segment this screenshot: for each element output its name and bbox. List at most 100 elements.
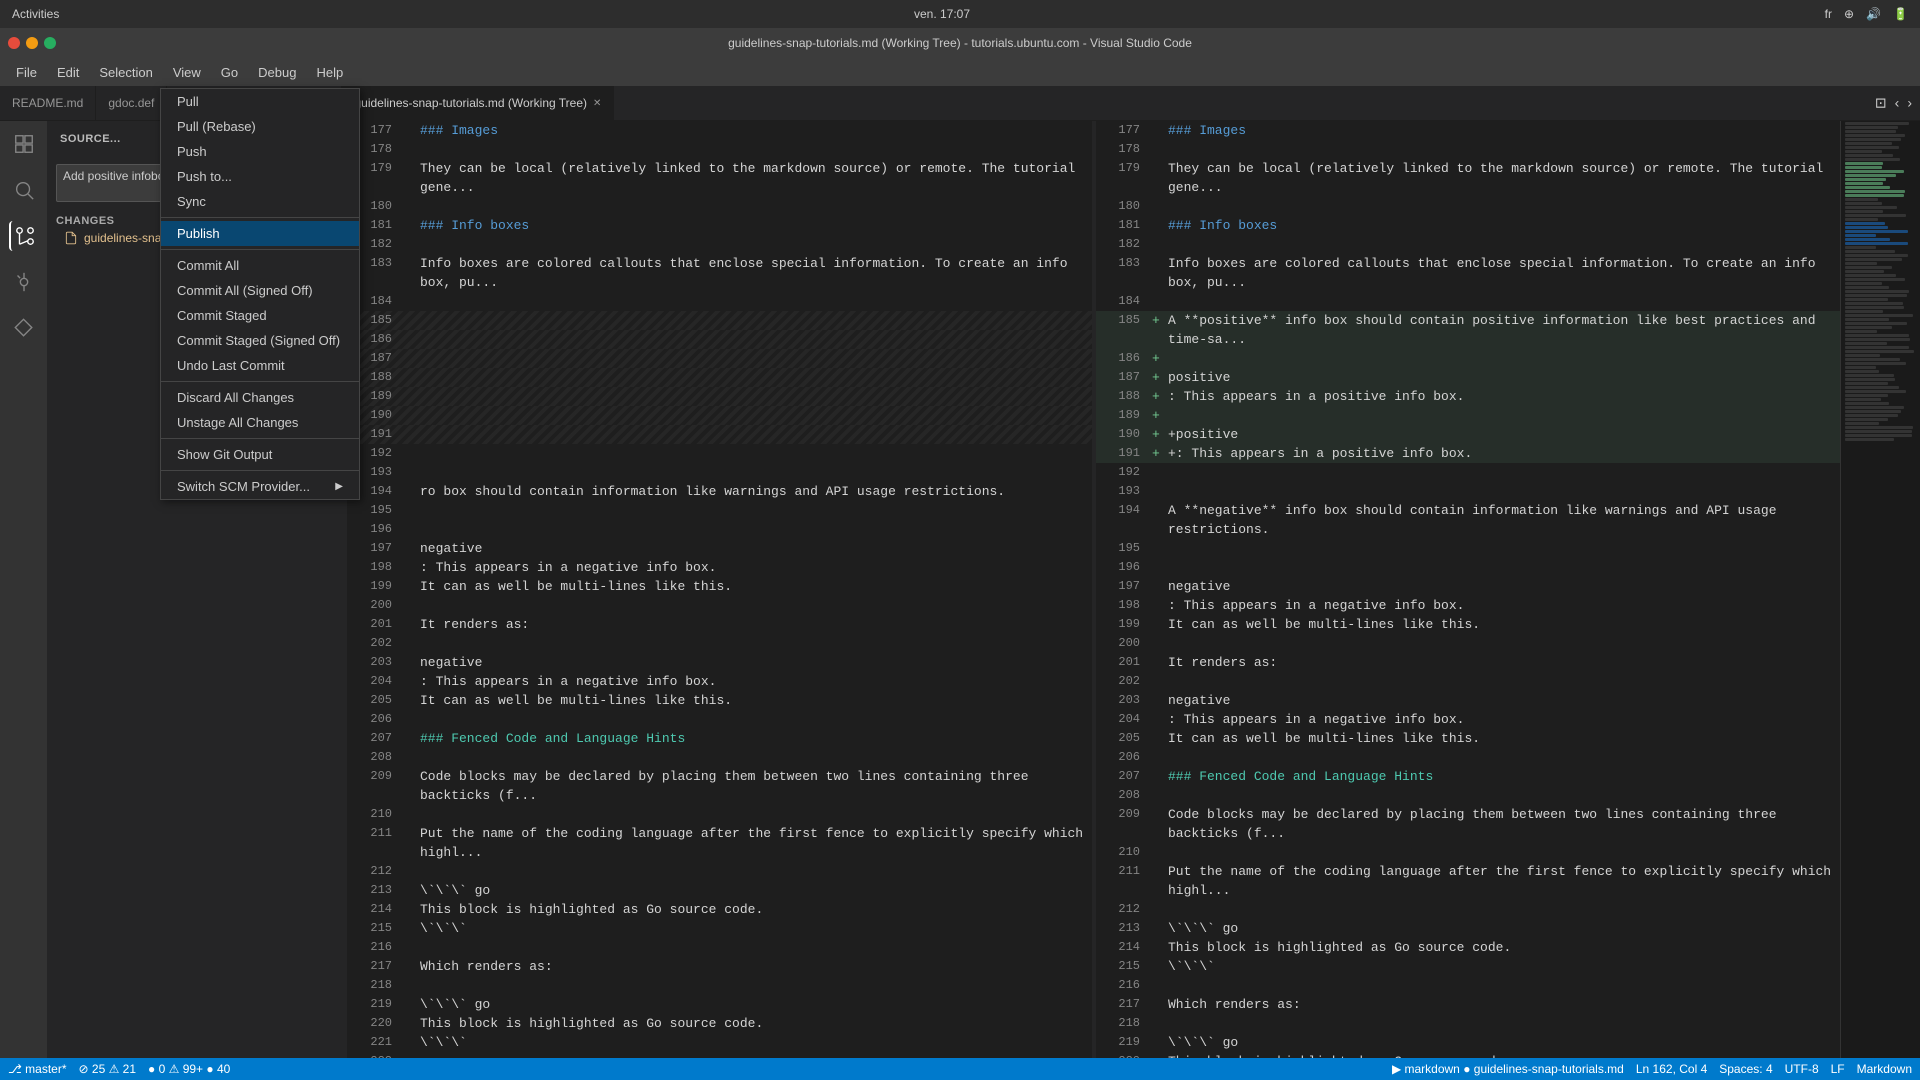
line-ending[interactable]: LF — [1831, 1062, 1845, 1076]
separator-5 — [161, 470, 359, 471]
info-count[interactable]: ● 0 ⚠ 99+ ● 40 — [148, 1062, 230, 1076]
menu-selection[interactable]: Selection — [91, 63, 160, 82]
line-number: 205 — [1104, 729, 1140, 748]
line-sign: + — [1152, 444, 1164, 463]
split-editor-icon[interactable]: ⊡ — [1875, 95, 1887, 112]
table-row: 189 — [348, 387, 1092, 406]
battery-icon: 🔋 — [1893, 7, 1908, 21]
menu-push-to[interactable]: Push to... — [161, 164, 359, 189]
table-row: 186 — [348, 330, 1092, 349]
line-content: This block is highlighted as Go source c… — [420, 1014, 1084, 1033]
menu-unstage-all[interactable]: Unstage All Changes — [161, 410, 359, 435]
menu-commit-all[interactable]: Commit All — [161, 253, 359, 278]
table-row: 187+ positive — [1096, 368, 1840, 387]
table-row: 185+A **positive** info box should conta… — [1096, 311, 1840, 349]
line-number: 198 — [1104, 596, 1140, 615]
editor-pane-right[interactable]: 177 ### Images178 179 They can be local … — [1096, 121, 1840, 1058]
minimap-line — [1845, 410, 1901, 413]
activity-scm[interactable] — [9, 221, 39, 251]
encoding[interactable]: UTF-8 — [1785, 1062, 1819, 1076]
menu-commit-all-signed[interactable]: Commit All (Signed Off) — [161, 278, 359, 303]
line-content: A **positive** info box should contain p… — [1168, 311, 1832, 349]
line-number: 189 — [356, 387, 392, 406]
menu-commit-staged[interactable]: Commit Staged — [161, 303, 359, 328]
menu-undo-last-commit[interactable]: Undo Last Commit — [161, 353, 359, 378]
nav-back-icon[interactable]: ‹ — [1895, 95, 1900, 112]
line-content: : This appears in a negative info box. — [420, 672, 1084, 691]
minimap-line — [1845, 258, 1902, 261]
tab-close-icon[interactable]: ✕ — [593, 98, 601, 109]
line-number: 211 — [356, 824, 392, 843]
line-content: ### Info boxes — [420, 216, 1084, 235]
activity-explorer[interactable] — [9, 129, 39, 159]
table-row: 177 ### Images — [348, 121, 1092, 140]
menu-commit-staged-signed[interactable]: Commit Staged (Signed Off) — [161, 328, 359, 353]
window-controls[interactable] — [8, 37, 56, 49]
table-row: 217 Which renders as: — [348, 957, 1092, 976]
status-left: ⎇ master* ⊘ 25 ⚠ 21 ● 0 ⚠ 99+ ● 40 — [8, 1062, 230, 1076]
menu-switch-scm[interactable]: Switch SCM Provider... ▶ — [161, 474, 359, 499]
activity-search[interactable] — [9, 175, 39, 205]
menu-pull-rebase[interactable]: Pull (Rebase) — [161, 114, 359, 139]
minimap-line — [1845, 294, 1907, 297]
minimap-line — [1845, 134, 1905, 137]
line-number: 202 — [1104, 672, 1140, 691]
activities-label[interactable]: Activities — [12, 7, 59, 21]
menu-debug[interactable]: Debug — [250, 63, 304, 82]
line-number: 208 — [356, 748, 392, 767]
line-number: 196 — [1104, 558, 1140, 577]
line-number: 202 — [356, 634, 392, 653]
minimap-line — [1845, 402, 1889, 405]
line-number: 201 — [1104, 653, 1140, 672]
minimize-button[interactable] — [26, 37, 38, 49]
table-row: 206 — [1096, 748, 1840, 767]
language-mode[interactable]: Markdown — [1857, 1062, 1912, 1076]
maximize-button[interactable] — [44, 37, 56, 49]
table-row: 198 : This appears in a negative info bo… — [348, 558, 1092, 577]
editor-pane-left[interactable]: 177 ### Images178 179 They can be local … — [348, 121, 1092, 1058]
line-number: 184 — [1104, 292, 1140, 311]
line-number: 215 — [356, 919, 392, 938]
line-number: 192 — [356, 444, 392, 463]
system-bar: Activities ven. 17:07 fr ⊕ 🔊 🔋 — [0, 0, 1920, 28]
menu-help[interactable]: Help — [308, 63, 351, 82]
nav-forward-icon[interactable]: › — [1907, 95, 1912, 112]
menu-file[interactable]: File — [8, 63, 45, 82]
line-number: 185 — [356, 311, 392, 330]
tab-readme[interactable]: README.md — [0, 86, 96, 120]
tab-guidelines-working[interactable]: guidelines-snap-tutorials.md (Working Tr… — [342, 86, 614, 120]
minimap-line — [1845, 186, 1890, 189]
minimap-line — [1845, 266, 1892, 269]
table-row: 183 Info boxes are colored callouts that… — [348, 254, 1092, 292]
menu-discard-all[interactable]: Discard All Changes — [161, 385, 359, 410]
menu-view[interactable]: View — [165, 63, 209, 82]
menu-publish[interactable]: Publish — [161, 221, 359, 246]
ln-col[interactable]: Ln 162, Col 4 — [1636, 1062, 1707, 1076]
table-row: 185 — [348, 311, 1092, 330]
menu-pull[interactable]: Pull — [161, 89, 359, 114]
menu-show-git-output[interactable]: Show Git Output — [161, 442, 359, 467]
table-row: 210 — [348, 805, 1092, 824]
menu-sync-label: Sync — [177, 194, 206, 209]
line-content: negative — [1168, 691, 1832, 710]
activity-extensions[interactable] — [9, 313, 39, 343]
minimap-line — [1845, 374, 1894, 377]
menu-push[interactable]: Push — [161, 139, 359, 164]
menu-edit[interactable]: Edit — [49, 63, 87, 82]
line-number: 201 — [356, 615, 392, 634]
spaces[interactable]: Spaces: 4 — [1719, 1062, 1772, 1076]
minimap-line — [1845, 414, 1898, 417]
line-content: ### Fenced Code and Language Hints — [420, 729, 1084, 748]
minimap-line — [1845, 150, 1882, 153]
menu-sync[interactable]: Sync — [161, 189, 359, 214]
minimap-line — [1845, 286, 1889, 289]
tab-gdoc[interactable]: gdoc.def — [96, 86, 167, 120]
markdown-info[interactable]: ▶ markdown ● guidelines-snap-tutorials.m… — [1392, 1062, 1624, 1076]
git-branch[interactable]: ⎇ master* — [8, 1062, 67, 1076]
activity-debug[interactable] — [9, 267, 39, 297]
minimap — [1840, 121, 1920, 1058]
error-count[interactable]: ⊘ 25 ⚠ 21 — [79, 1062, 137, 1076]
close-button[interactable] — [8, 37, 20, 49]
line-content: It can as well be multi-lines like this. — [420, 691, 1084, 710]
menu-go[interactable]: Go — [213, 63, 246, 82]
